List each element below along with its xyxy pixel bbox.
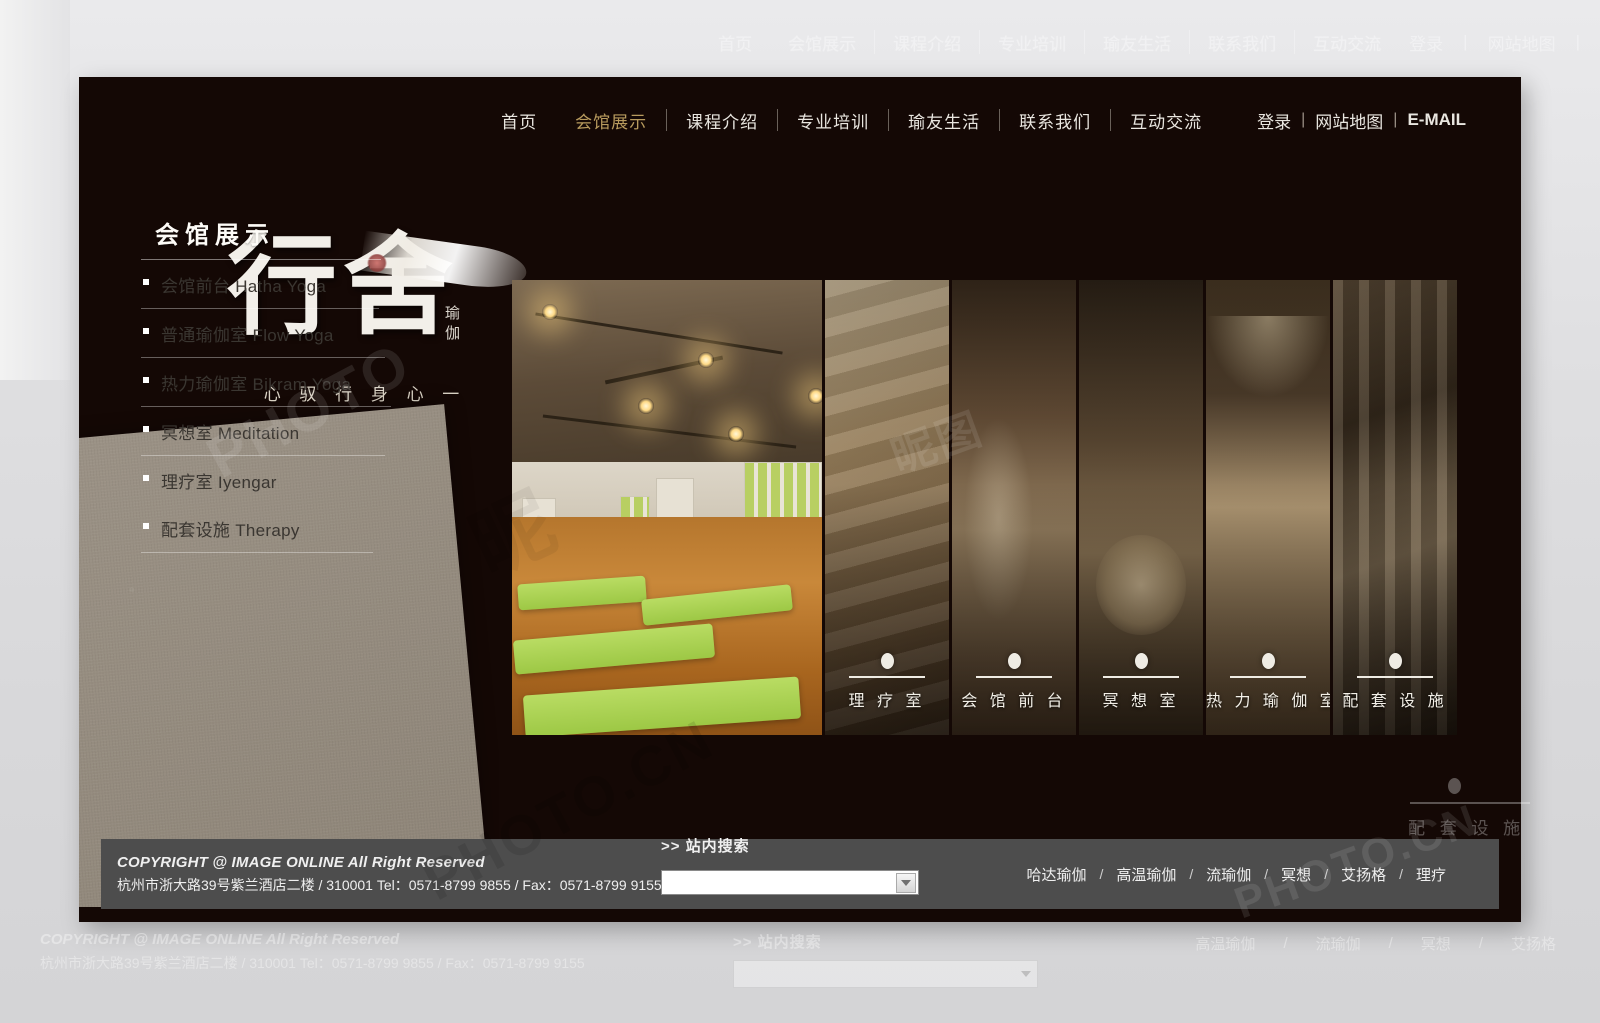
bullet-icon [143,425,149,432]
ceiling-lamp-icon [638,398,654,414]
footer-copyright-block: COPYRIGHT @ IMAGE ONLINE All Right Reser… [101,853,662,895]
sidebar-item-reception[interactable]: 会馆前台 Hatha Yoga [141,260,379,309]
ceiling-lamp-icon [698,352,714,368]
thumbnail-caption: 热 力 瑜 伽 室 [1206,653,1330,711]
thumbnail-caption: 配 套 设 施 [1333,653,1457,711]
sidebar-item-bikram-yoga[interactable]: 热力瑜伽室 Bikram Yoga [141,358,391,407]
nav-item-life[interactable]: 瑜友生活 [889,108,999,133]
logo-subtext: 瑜伽 [445,305,462,343]
hero-image-studio[interactable] [512,280,822,735]
footer-link-iyengar[interactable]: 艾扬格 [1328,864,1399,885]
sidebar-item-label: 理疗室 Iyengar [161,473,277,492]
sidebar-item-flow-yoga[interactable]: 普通瑜伽室 Flow Yoga [141,309,385,358]
ghost-navigation-preview: 首页 会馆展示 课程介绍 专业培训 瑜友生活 联系我们 互动交流 登录 | 网站… [0,22,1600,62]
ghost-nav-item-10: | [1575,32,1580,51]
footer-link-hatha[interactable]: 哈达瑜伽 [1013,864,1099,885]
nav-utility-group: 登录 | 网站地图 | E-MAIL [1221,108,1476,133]
nav-email-link[interactable]: E-MAIL [1397,110,1476,130]
sidebar-item-therapy[interactable]: 配套设施 Therapy [141,504,373,553]
thumbnail-reception[interactable]: 会 馆 前 台 [952,280,1076,735]
caption-rule [849,676,925,678]
nav-item-community[interactable]: 互动交流 [1111,108,1221,133]
thumbnail-therapy-room[interactable]: 理 疗 室 [825,280,949,735]
bullet-icon [143,278,149,285]
ceiling-lamp-icon [808,388,822,404]
nav-sitemap-link[interactable]: 网站地图 [1305,108,1393,133]
thumbnail-label: 会 馆 前 台 [961,693,1067,710]
copyright-text: COPYRIGHT @ IMAGE ONLINE All Right Reser… [117,853,485,871]
site-footer: COPYRIGHT @ IMAGE ONLINE All Right Reser… [101,838,1499,909]
thumbnail-caption: 理 疗 室 [825,653,949,711]
sidebar-item-label: 会馆前台 Hatha Yoga [161,277,327,296]
ghost-nav-item-6: 互动交流 [1313,34,1382,54]
marker-dot-icon [1388,653,1402,669]
address-text: 杭州市浙大路39号紫兰酒店二楼 / 310001 Tel：0571-8799 9… [117,876,662,893]
ghost-nav-item-3: 专业培训 [998,34,1067,54]
website-container: 首页 会馆展示 课程介绍 专业培训 瑜友生活 联系我们 互动交流 登录 | 网站… [79,77,1521,922]
ceiling-lamp-icon [728,426,744,442]
nav-item-gallery[interactable]: 会馆展示 [556,108,666,133]
footer-search-block: >> 站内搜索 [661,838,961,895]
thumbnail-caption: 会 馆 前 台 [952,653,1076,711]
ghost-nav-item-9: 网站地图 [1487,34,1556,54]
bullet-icon [143,327,149,334]
sidebar-item-label: 冥想室 Meditation [161,424,300,443]
thumbnail-label: 配 套 设 施 [1342,693,1448,710]
search-label: >> 站内搜索 [661,837,750,855]
ghost-nav-item-0: 首页 [718,34,753,54]
bullet-icon [143,376,149,383]
sidebar-title: 会馆展示 [155,222,275,249]
ghost-nav-item-4: 瑜友生活 [1103,34,1172,54]
thumbnail-facilities[interactable]: 配 套 设 施 [1333,280,1457,735]
sidebar-item-label: 普通瑜伽室 Flow Yoga [161,326,334,345]
nav-item-training[interactable]: 专业培训 [778,108,888,133]
ghost-nav-item-7: 登录 [1409,34,1444,54]
bullet-icon [143,474,149,481]
search-select[interactable] [661,869,919,895]
sidebar-menu: 会馆展示 会馆前台 Hatha Yoga 普通瑜伽室 Flow Yoga 热力瑜… [141,215,441,553]
caption-rule [1230,676,1306,678]
footer-link-meditation[interactable]: 冥想 [1268,864,1324,885]
footer-link-hot[interactable]: 高温瑜伽 [1103,864,1189,885]
sidebar-item-label: 配套设施 Therapy [161,521,300,540]
thumbnail-label: 冥 想 室 [1102,693,1180,710]
caption-rule [1103,676,1179,678]
marker-dot-icon [880,653,894,669]
nav-item-home[interactable]: 首页 [482,108,556,133]
image-gallery: 理 疗 室 会 馆 前 台 冥 想 室 热 力 瑜 伽 室 配 套 设 施 [512,280,1477,735]
nav-item-courses[interactable]: 课程介绍 [667,108,777,133]
footer-link-flow[interactable]: 流瑜伽 [1193,864,1264,885]
main-navigation: 首页 会馆展示 课程介绍 专业培训 瑜友生活 联系我们 互动交流 登录 | 网站… [79,97,1521,143]
sidebar-item-iyengar[interactable]: 理疗室 Iyengar [141,456,379,504]
bullet-icon [143,522,149,529]
ghost-nav-item-8: | [1463,32,1468,51]
sidebar-item-meditation[interactable]: 冥想室 Meditation [141,407,385,456]
thumbnail-meditation-room[interactable]: 冥 想 室 [1079,280,1203,735]
caption-rule [976,676,1052,678]
ghost-nav-item-5: 联系我们 [1208,34,1277,54]
ghost-nav-item-2: 课程介绍 [893,34,962,54]
ghost-nav-item-1: 会馆展示 [788,34,857,54]
ceiling-lamp-icon [542,304,558,320]
thumbnail-label: 理 疗 室 [848,693,926,710]
footer-links: 哈达瑜伽 / 高温瑜伽 / 流瑜伽 / 冥想 / 艾扬格 / 理疗 [961,864,1499,885]
sidebar-item-label: 热力瑜伽室 Bikram Yoga [161,375,352,394]
caption-rule [1357,676,1433,678]
thumbnail-bikram-room[interactable]: 热 力 瑜 伽 室 [1206,280,1330,735]
nav-item-contact[interactable]: 联系我们 [1000,108,1110,133]
marker-dot-icon [1134,653,1148,669]
marker-dot-icon [1261,653,1275,669]
thumbnail-caption: 冥 想 室 [1079,653,1203,711]
thumbnail-label: 热 力 瑜 伽 室 [1206,693,1330,710]
nav-login-link[interactable]: 登录 [1247,108,1301,133]
footer-link-therapy[interactable]: 理疗 [1403,864,1459,885]
marker-dot-icon [1007,653,1021,669]
chevron-down-icon[interactable] [896,872,916,893]
